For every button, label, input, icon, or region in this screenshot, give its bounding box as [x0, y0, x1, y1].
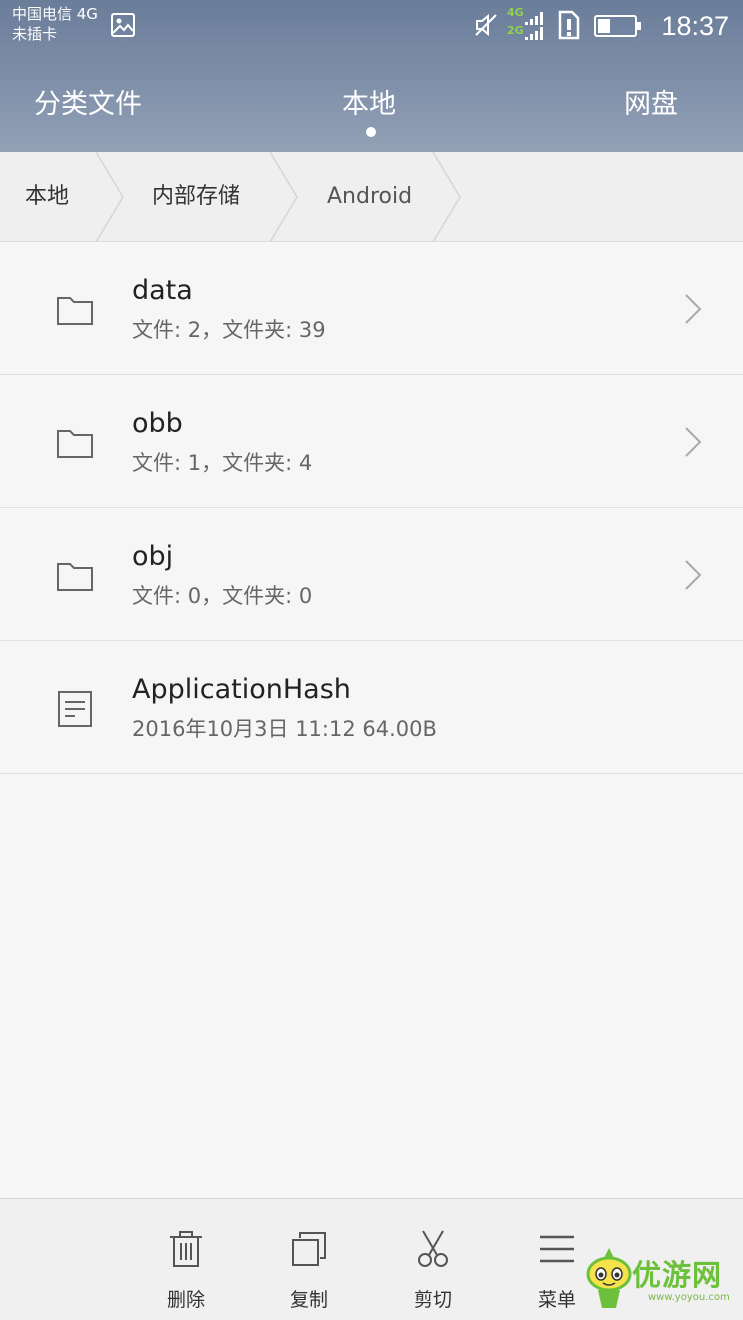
tab-local[interactable]: 本地 — [342, 82, 396, 121]
file-meta: 文件: 1，文件夹: 4 — [132, 451, 313, 475]
file-name: data — [132, 275, 193, 306]
file-list: data 文件: 2，文件夹: 39 obb 文件: 1，文件夹: 4 obj … — [0, 242, 743, 774]
folder-icon — [57, 430, 93, 458]
active-tab-indicator — [366, 127, 376, 137]
clock: 18:37 — [661, 11, 729, 41]
image-icon — [111, 13, 135, 37]
breadcrumb-internal-storage[interactable]: 内部存储 — [152, 152, 240, 242]
sim-status: 未插卡 — [12, 25, 58, 43]
breadcrumb-separator-icon — [269, 152, 298, 242]
trash-icon — [170, 1231, 202, 1267]
header: 中国电信 4G 未插卡 4G 2G 18:37 分类文件 本地 网盘 — [0, 0, 743, 152]
cut-label: 剪切 — [413, 1289, 452, 1311]
battery-icon — [594, 15, 641, 37]
file-manager-screen: 中国电信 4G 未插卡 4G 2G 18:37 分类文件 本地 网盘 本地 内部… — [0, 0, 743, 1320]
copy-label: 复制 — [289, 1289, 328, 1311]
watermark-text: 优游网 — [632, 1258, 723, 1292]
folder-icon — [57, 297, 93, 325]
tab-bar: 分类文件 本地 网盘 — [0, 70, 743, 150]
chevron-right-icon — [685, 427, 702, 457]
breadcrumb: 本地 内部存储 Android — [0, 152, 743, 242]
carrier-info: 中国电信 4G 未插卡 — [12, 4, 98, 44]
breadcrumb-separator-icon — [95, 152, 124, 242]
network-4g-label: 4G — [507, 6, 524, 19]
list-item[interactable]: data 文件: 2，文件夹: 39 — [0, 242, 743, 375]
file-meta: 2016年10月3日 11:12 64.00B — [132, 717, 437, 741]
file-name: ApplicationHash — [132, 674, 351, 705]
file-name: obj — [132, 541, 174, 572]
copy-icon — [292, 1232, 326, 1266]
chevron-right-icon — [685, 294, 702, 324]
folder-icon — [57, 563, 93, 591]
mute-icon — [475, 13, 497, 37]
mascot-logo-icon — [586, 1248, 632, 1308]
breadcrumb-android[interactable]: Android — [327, 152, 412, 242]
cut-button[interactable]: 剪切 — [388, 1199, 478, 1320]
scissors-icon — [418, 1230, 448, 1267]
tab-categories[interactable]: 分类文件 — [34, 82, 142, 121]
file-meta: 文件: 0，文件夹: 0 — [132, 584, 313, 608]
watermark: 优游网 www.yoyou.com — [584, 1246, 740, 1316]
file-name: obb — [132, 408, 183, 439]
signal-icon — [525, 12, 543, 40]
copy-button[interactable]: 复制 — [264, 1199, 354, 1320]
status-bar: 中国电信 4G 未插卡 4G 2G 18:37 — [0, 0, 743, 50]
delete-button[interactable]: 删除 — [141, 1199, 231, 1320]
file-meta: 文件: 2，文件夹: 39 — [132, 318, 326, 342]
chevron-right-icon — [685, 560, 702, 590]
list-item[interactable]: ApplicationHash 2016年10月3日 11:12 64.00B — [0, 641, 743, 774]
list-item[interactable]: obb 文件: 1，文件夹: 4 — [0, 375, 743, 508]
sim-alert-icon — [558, 10, 580, 40]
document-icon — [58, 691, 92, 727]
breadcrumb-local[interactable]: 本地 — [25, 152, 69, 242]
tab-cloud[interactable]: 网盘 — [624, 82, 678, 121]
carrier-name: 中国电信 4G — [12, 5, 98, 23]
delete-label: 删除 — [166, 1289, 205, 1311]
watermark-url: www.yoyou.com — [648, 1292, 730, 1303]
breadcrumb-separator-icon — [432, 152, 461, 242]
list-item[interactable]: obj 文件: 0，文件夹: 0 — [0, 508, 743, 641]
network-2g-label: 2G — [507, 24, 524, 37]
menu-icon — [540, 1235, 574, 1263]
